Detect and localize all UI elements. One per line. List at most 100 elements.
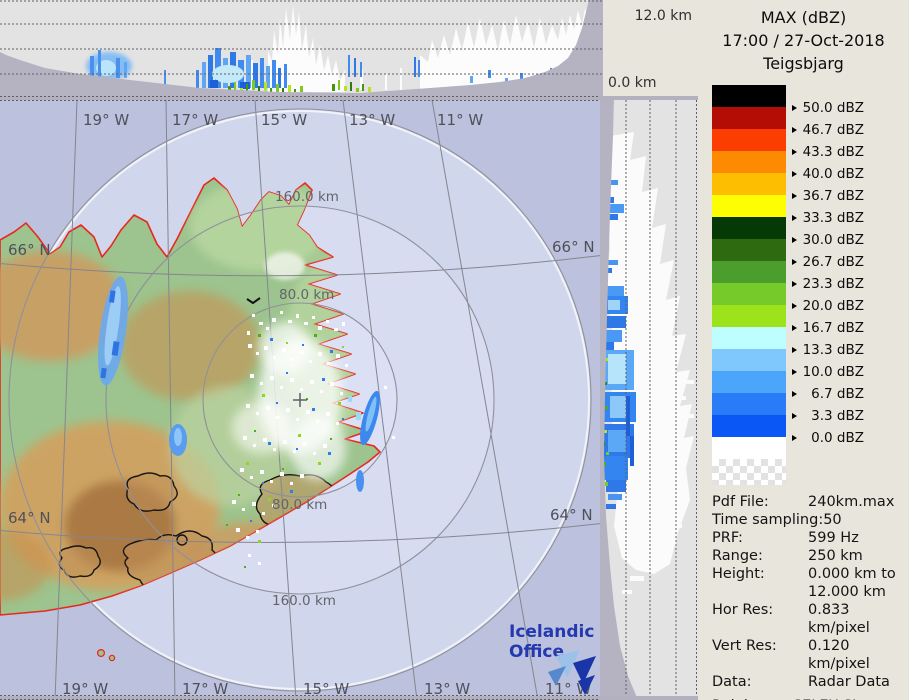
legend-band: 36.7 dBZ bbox=[712, 173, 864, 204]
lon-label-bottom: 13° W bbox=[424, 680, 470, 698]
ring-label-160-bottom: 160.0 km bbox=[272, 593, 336, 609]
tick-triangle-icon bbox=[792, 193, 797, 199]
tick-triangle-icon bbox=[792, 281, 797, 287]
imo-logo-text-line2: Office bbox=[509, 642, 564, 662]
legend-band: 13.3 dBZ bbox=[712, 327, 864, 358]
legend-band: 0.0 dBZ bbox=[712, 415, 864, 446]
lon-label-top: 11° W bbox=[437, 111, 483, 129]
tick-triangle-icon bbox=[792, 237, 797, 243]
meta-label: Time sampling: bbox=[712, 512, 824, 528]
ring-label-80-bottom: 80.0 km bbox=[272, 497, 327, 513]
legend-band: 50.0 dBZ bbox=[712, 85, 864, 116]
height-scale-corner: 12.0 km 0.0 km bbox=[603, 0, 698, 96]
lon-label-top: 19° W bbox=[83, 111, 129, 129]
dbz-colorbar: 50.0 dBZ 46.7 dBZ 43.3 dBZ 40.0 dBZ 36.7… bbox=[712, 85, 864, 485]
legend-band: 46.7 dBZ bbox=[712, 107, 864, 138]
legend-band-label: 0.0 dBZ bbox=[811, 430, 864, 446]
meta-label: Height: bbox=[712, 566, 765, 582]
legend-band: 30.0 dBZ bbox=[712, 217, 864, 248]
legend-band-label: 16.7 dBZ bbox=[802, 320, 864, 336]
meta-value: 599 Hz bbox=[808, 530, 859, 546]
legend-band: 3.3 dBZ bbox=[712, 393, 864, 424]
lon-label-top: 15° W bbox=[261, 111, 307, 129]
meta-label: PRF: bbox=[712, 530, 743, 546]
legend-band: 33.3 dBZ bbox=[712, 195, 864, 226]
legend-band-below-zero bbox=[712, 437, 786, 459]
legend-band-label: 3.3 dBZ bbox=[811, 408, 864, 424]
legend-band: 10.0 dBZ bbox=[712, 349, 864, 380]
tick-triangle-icon bbox=[792, 369, 797, 375]
meta-row: Range: 250 km bbox=[712, 547, 909, 565]
meta-row: PRF: 599 Hz bbox=[712, 529, 909, 547]
meta-row: Time sampling: 50 bbox=[712, 511, 909, 529]
tick-triangle-icon bbox=[792, 259, 797, 265]
legend-band-label: 23.3 dBZ bbox=[802, 276, 864, 292]
meta-row: Pdf File: 240km.max bbox=[712, 493, 909, 511]
lat-label-left: 66° N bbox=[8, 241, 51, 259]
imo-logo-text-line1: Icelandic Met bbox=[509, 622, 600, 642]
meta-label: Range: bbox=[712, 548, 763, 564]
legend-band-label: 43.3 dBZ bbox=[802, 144, 864, 160]
height-max-label: 12.0 km bbox=[634, 8, 692, 24]
tick-triangle-icon bbox=[792, 149, 797, 155]
legend-band-label: 36.7 dBZ bbox=[802, 188, 864, 204]
meta-value: Radar Data bbox=[808, 674, 890, 690]
radar-application-window: 12.0 km 0.0 km 19° W 17° W 15° W 13° W 1… bbox=[0, 0, 909, 700]
legend-band-label: 50.0 dBZ bbox=[802, 100, 864, 116]
legend-band-label: 40.0 dBZ bbox=[802, 166, 864, 182]
meta-value: 50 bbox=[823, 512, 842, 528]
legend-band-label: 46.7 dBZ bbox=[802, 122, 864, 138]
profile-right-canvas bbox=[600, 96, 698, 700]
meta-value: 240km.max bbox=[808, 494, 895, 510]
legend-band-label: 6.7 dBZ bbox=[811, 386, 864, 402]
meta-value: 0.833 km/pixel bbox=[808, 602, 870, 636]
profile-top-canvas bbox=[0, 0, 603, 96]
meta-row: Hor Res: 0.833 km/pixel bbox=[712, 601, 909, 637]
radar-map: 19° W 17° W 15° W 13° W 11° W 19° W 17° … bbox=[0, 96, 637, 700]
tick-triangle-icon bbox=[792, 413, 797, 419]
tick-triangle-icon bbox=[792, 127, 797, 133]
legend-transparent-swatch bbox=[712, 459, 786, 485]
meta-row: Data: Radar Data bbox=[712, 673, 909, 691]
lat-label-left: 64° N bbox=[8, 509, 51, 527]
legend-band-label: 13.3 dBZ bbox=[802, 342, 864, 358]
scan-metadata: Pdf File: 240km.max Time sampling: 50 PRF:… bbox=[712, 493, 909, 691]
legend-band: 23.3 dBZ bbox=[712, 261, 864, 292]
product-datetime: 17:00 / 27-Oct-2018 bbox=[722, 31, 885, 50]
meta-row: Height: 0.000 km to 12.000 km bbox=[712, 565, 909, 601]
lat-label-right: 64° N bbox=[550, 506, 593, 524]
legend-band: 43.3 dBZ bbox=[712, 129, 864, 160]
tick-triangle-icon bbox=[792, 435, 797, 441]
tick-triangle-icon bbox=[792, 215, 797, 221]
legend-band: 20.0 dBZ bbox=[712, 283, 864, 314]
meta-label: Hor Res: bbox=[712, 602, 774, 618]
legend-band-label: 33.3 dBZ bbox=[802, 210, 864, 226]
meta-label: Pdf File: bbox=[712, 494, 769, 510]
meta-value: 0.000 km to 12.000 km bbox=[808, 566, 896, 600]
legend-band: 16.7 dBZ bbox=[712, 305, 864, 336]
legend-band-label: 30.0 dBZ bbox=[802, 232, 864, 248]
legend-band-label: 20.0 dBZ bbox=[802, 298, 864, 314]
legend-band-label: 10.0 dBZ bbox=[802, 364, 864, 380]
tick-triangle-icon bbox=[792, 303, 797, 309]
tick-triangle-icon bbox=[792, 325, 797, 331]
legend-band: 26.7 dBZ bbox=[712, 239, 864, 270]
station-name: Teigsbjarg bbox=[763, 54, 844, 73]
product-title: MAX (dBZ) bbox=[760, 8, 847, 27]
meta-label: Vert Res: bbox=[712, 638, 777, 654]
tick-triangle-icon bbox=[792, 171, 797, 177]
height-min-label: 0.0 km bbox=[608, 75, 657, 91]
meta-row: Vert Res: 0.120 km/pixel bbox=[712, 637, 909, 673]
lon-label-top: 17° W bbox=[172, 111, 218, 129]
ring-label-80-top: 80.0 km bbox=[279, 287, 334, 303]
lat-label-right: 66° N bbox=[552, 238, 595, 256]
lon-label-top: 13° W bbox=[349, 111, 395, 129]
ring-label-160-top: 160.0 km bbox=[275, 189, 339, 205]
vertical-profile-right bbox=[600, 96, 698, 700]
legend-band: 40.0 dBZ bbox=[712, 151, 864, 182]
meta-label: Data: bbox=[712, 674, 752, 690]
meta-value: 250 km bbox=[808, 548, 863, 564]
vertical-profile-top bbox=[0, 0, 603, 96]
tick-triangle-icon bbox=[792, 105, 797, 111]
legend-title-block: MAX (dBZ) 17:00 / 27-Oct-2018 Teigsbjarg bbox=[698, 0, 909, 75]
